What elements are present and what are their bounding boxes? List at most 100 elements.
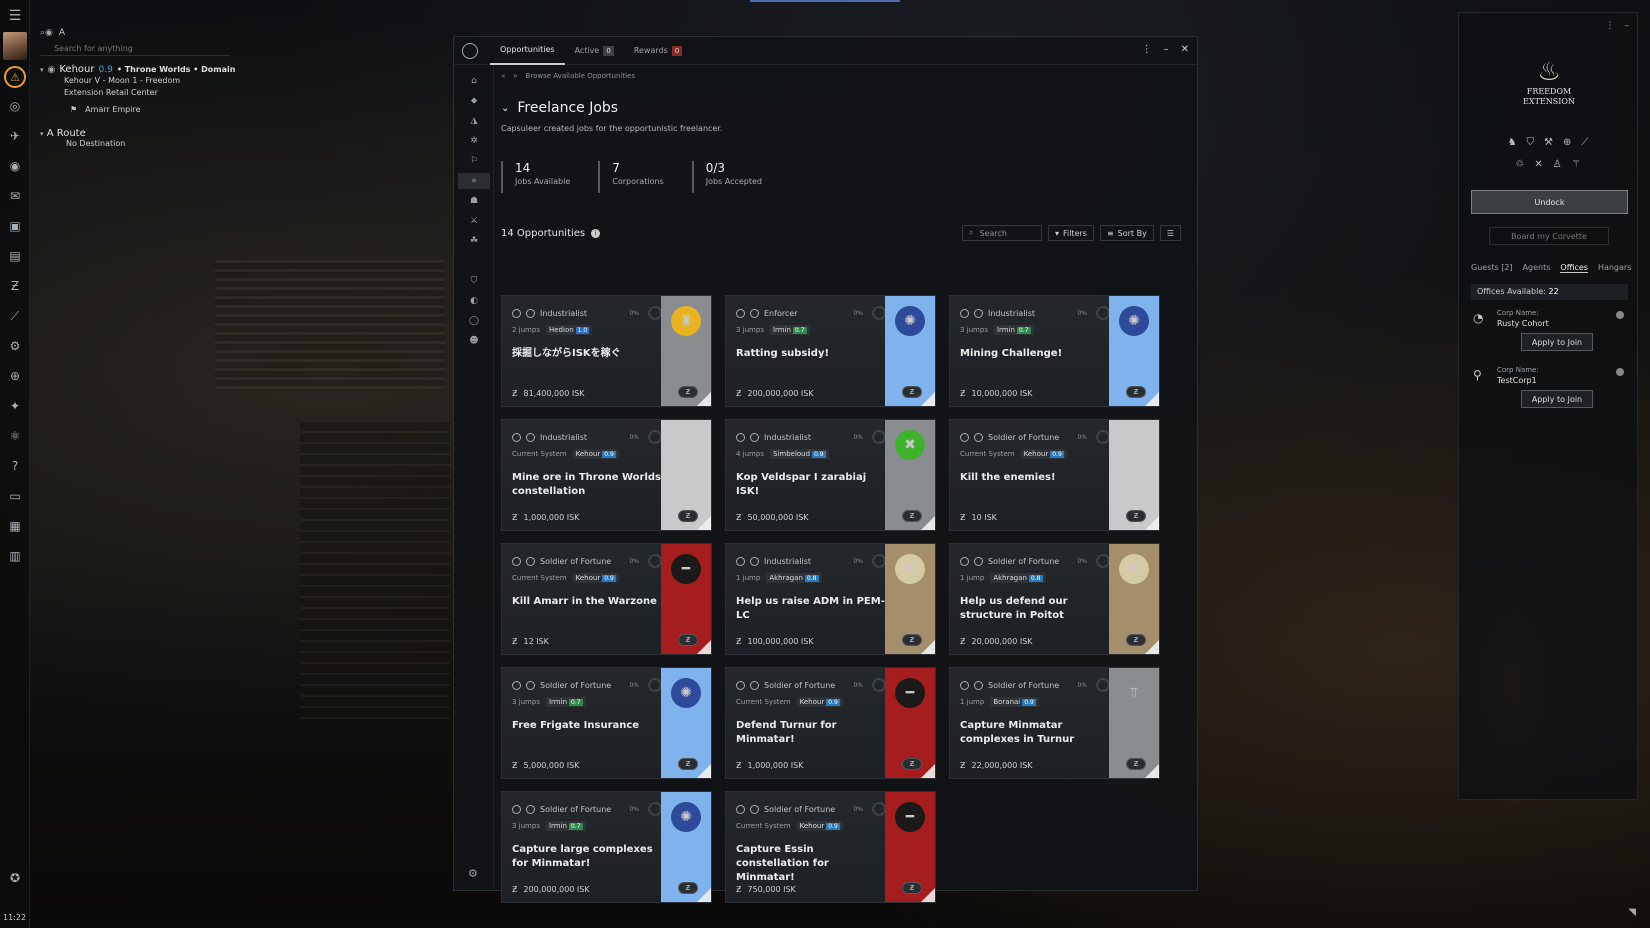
corporation-icon[interactable]: ⊕ — [5, 366, 25, 386]
job-system[interactable]: Boranai 0.9 — [990, 697, 1039, 707]
job-system[interactable]: Akhragan 0.8 — [990, 573, 1046, 583]
shield-icon[interactable]: ⛉ — [466, 273, 482, 289]
blue-emblem-icon[interactable]: ✺ — [671, 678, 701, 708]
back-icon[interactable]: « — [501, 72, 505, 80]
mail-icon[interactable]: ✉ — [5, 186, 25, 206]
cross-shield-icon[interactable]: ✕ — [1119, 554, 1149, 584]
cross-shield-icon[interactable]: ✕ — [895, 554, 925, 584]
job-title[interactable]: Ratting subsidy! — [736, 347, 886, 361]
job-system[interactable]: Irmin 0.7 — [545, 697, 586, 707]
job-card[interactable]: Industrialist 0% Current System Kehour 0… — [501, 419, 712, 531]
list-view-button[interactable]: ☰ — [1159, 225, 1181, 241]
job-title[interactable]: Mining Challenge! — [960, 347, 1110, 361]
job-card[interactable]: Soldier of Fortune 0% Current System Keh… — [501, 543, 712, 655]
job-title[interactable]: Defend Turnur for Minmatar! — [736, 719, 886, 747]
job-system[interactable]: Irmin 0.7 — [769, 325, 810, 335]
forward-icon[interactable]: » — [513, 72, 517, 80]
job-system[interactable]: Irmin 0.7 — [545, 821, 586, 831]
market-icon[interactable]: ⟋ — [5, 306, 25, 326]
job-title[interactable]: Help us raise ADM in PEM-LC — [736, 595, 886, 623]
red-stripe-icon[interactable]: ━ — [895, 802, 925, 832]
service-icon[interactable]: ⚒ — [1544, 137, 1553, 148]
alert-icon[interactable]: ⚠ — [4, 66, 26, 88]
service-icon[interactable]: ⛉ — [1527, 137, 1535, 148]
job-search-input[interactable]: ⌕ Search — [961, 225, 1042, 241]
nav-icon[interactable]: ◮ — [466, 113, 482, 129]
info-icon[interactable] — [1616, 311, 1624, 319]
flag-icon[interactable]: ⚐ — [466, 153, 482, 169]
nav-icon[interactable]: ✲ — [466, 133, 482, 149]
journal-icon[interactable]: ▤ — [5, 246, 25, 266]
minimize-icon[interactable]: – — [1164, 44, 1169, 55]
station-line-2[interactable]: Extension Retail Center — [40, 87, 240, 99]
job-title[interactable]: 採掘しながらISKを稼ぐ — [512, 347, 662, 361]
chat-icon[interactable]: ▭ — [5, 486, 25, 506]
job-title[interactable]: Capture Essin constellation for Minmatar… — [736, 843, 886, 885]
track-toggle[interactable]: Ƶ — [678, 634, 698, 646]
sort-button[interactable]: ≡ Sort By — [1099, 225, 1154, 241]
tab-agents[interactable]: Agents — [1523, 263, 1551, 273]
tab-opportunities[interactable]: Opportunities — [490, 37, 565, 65]
tab-active[interactable]: Active 0 — [565, 37, 624, 65]
job-card[interactable]: Soldier of Fortune 0% 1 jump Akhragan 0.… — [949, 543, 1160, 655]
job-card[interactable]: Soldier of Fortune 0% Current System Keh… — [725, 667, 936, 779]
white-spire-icon[interactable]: ⚲ — [1119, 430, 1149, 460]
more-icon[interactable]: ⋮ — [1606, 21, 1615, 31]
track-toggle[interactable]: Ƶ — [678, 510, 698, 522]
red-stripe-icon[interactable]: ━ — [671, 554, 701, 584]
job-system[interactable]: Simbeloud 0.9 — [769, 449, 829, 459]
service-icon[interactable]: ⟋ — [1581, 137, 1588, 148]
map-icon[interactable]: ◉ — [5, 156, 25, 176]
menu-icon[interactable]: ☰ — [5, 6, 25, 26]
red-stripe-icon[interactable]: ━ — [895, 678, 925, 708]
tab-guests[interactable]: Guests [2] — [1471, 263, 1513, 273]
job-title[interactable]: Kop Veldspar I zarabiaj ISK! — [736, 471, 886, 499]
notes-icon[interactable]: ▥ — [5, 546, 25, 566]
opportunities-icon[interactable]: ◎ — [5, 96, 25, 116]
job-title[interactable]: Free Frigate Insurance — [512, 719, 662, 733]
close-icon[interactable]: ✕ — [1181, 44, 1189, 55]
track-toggle[interactable]: Ƶ — [1126, 386, 1146, 398]
blue-emblem-icon[interactable]: ✺ — [671, 802, 701, 832]
apply-to-join-button[interactable]: Apply to Join — [1521, 333, 1593, 351]
help-icon[interactable]: ? — [5, 456, 25, 476]
grey-symbol-icon[interactable]: ⫪ — [1119, 678, 1149, 708]
wallet-icon[interactable]: Ƶ — [5, 276, 25, 296]
blue-emblem-icon[interactable]: ✺ — [1119, 306, 1149, 336]
apply-to-join-button[interactable]: Apply to Join — [1521, 390, 1593, 408]
nav-icon[interactable]: ◯ — [466, 313, 482, 329]
job-system[interactable]: Akhragan 0.8 — [766, 573, 822, 583]
broadcast-icon[interactable]: ◥ — [1628, 907, 1636, 918]
nav-icon[interactable]: ⚔ — [466, 213, 482, 229]
job-card[interactable]: Industrialist 0% 3 jumps Irmin 0.7 Minin… — [949, 295, 1160, 407]
job-title[interactable]: Mine ore in Throne Worlds constellation — [512, 471, 662, 499]
nav-icon[interactable]: ☗ — [466, 193, 482, 209]
job-system[interactable]: Kehour 0.9 — [572, 449, 619, 459]
nav-icon[interactable]: ☘ — [466, 233, 482, 249]
gold-emblem-icon[interactable]: ♜ — [671, 306, 701, 336]
info-icon[interactable] — [1616, 368, 1624, 376]
ship-icon[interactable]: ✈ — [5, 126, 25, 146]
undock-button[interactable]: Undock — [1471, 190, 1628, 214]
calendar-icon[interactable]: ▦ — [5, 516, 25, 536]
route-header[interactable]: ▾ A Route — [40, 128, 240, 139]
station-line-1[interactable]: Kehour V - Moon 1 - Freedom — [40, 75, 240, 87]
job-title[interactable]: Kill Amarr in the Warzone — [512, 595, 662, 609]
job-title[interactable]: Capture Minmatar complexes in Turnur — [960, 719, 1110, 747]
eve-logo-icon[interactable]: ✪ — [5, 868, 25, 888]
job-title[interactable]: Help us defend our structure in Poitot — [960, 595, 1110, 623]
tab-rewards[interactable]: Rewards 0 — [624, 37, 692, 65]
job-system[interactable]: Kehour 0.9 — [796, 697, 843, 707]
track-toggle[interactable]: Ƶ — [1126, 758, 1146, 770]
job-title[interactable]: Kill the enemies! — [960, 471, 1110, 485]
service-icon[interactable]: ✕ — [1534, 159, 1542, 170]
track-toggle[interactable]: Ƶ — [1126, 634, 1146, 646]
track-toggle[interactable]: Ƶ — [678, 386, 698, 398]
fitting-icon[interactable]: ⚙ — [5, 336, 25, 356]
track-toggle[interactable]: Ƶ — [678, 882, 698, 894]
service-icon[interactable]: ♙ — [1553, 159, 1562, 170]
skills-icon[interactable]: ✦ — [5, 396, 25, 416]
track-toggle[interactable]: Ƶ — [1126, 510, 1146, 522]
job-card[interactable]: Industrialist 0% 4 jumps Simbeloud 0.9 K… — [725, 419, 936, 531]
job-card[interactable]: Soldier of Fortune 0% Current System Keh… — [949, 419, 1160, 531]
